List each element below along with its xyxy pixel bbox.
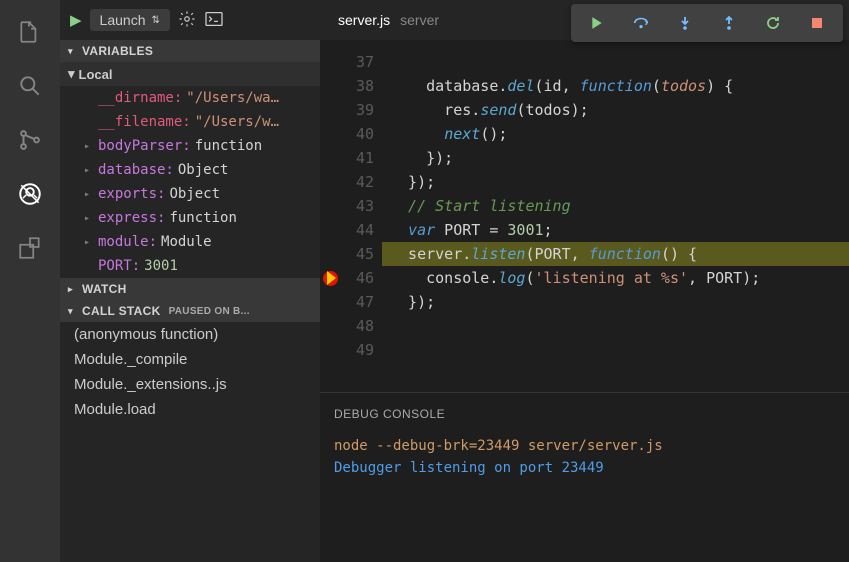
search-icon[interactable] [16,72,44,100]
variable-row[interactable]: PORT: 3001 [60,254,320,278]
variable-value: Object [178,162,229,178]
expand-icon[interactable]: ▸ [84,189,94,200]
callstack-frame[interactable]: Module._extensions..js [60,372,320,397]
expand-icon[interactable]: ▸ [84,165,94,176]
debug-icon[interactable] [16,180,44,208]
variable-value: "/Users/wa… [186,90,279,106]
explorer-icon[interactable] [16,18,44,46]
launch-config-select[interactable]: Launch⇅ [90,9,170,31]
variable-name: PORT: [98,258,140,274]
chevron-down-icon: ▾ [68,66,75,82]
step-into-button[interactable] [663,8,707,38]
debug-console-panel[interactable]: DEBUG CONSOLE node --debug-brk=23449 ser… [320,392,849,562]
callstack-frame[interactable]: Module.load [60,397,320,422]
debug-toolbar-head: ▶ Launch⇅ [60,0,320,40]
variable-value: 3001 [144,258,178,274]
variable-row[interactable]: ▸ express: function [60,206,320,230]
chevron-right-icon: ▸ [68,284,78,295]
variable-value: "/Users/w… [195,114,279,130]
continue-button[interactable] [575,8,619,38]
settings-icon[interactable] [178,10,196,31]
variable-name: exports: [98,186,165,202]
variable-value: Object [169,186,220,202]
variable-row[interactable]: ▸ exports: Object [60,182,320,206]
expand-icon[interactable]: ▸ [84,237,94,248]
stop-button[interactable] [795,8,839,38]
variable-row[interactable]: ▸ module: Module [60,230,320,254]
step-out-button[interactable] [707,8,751,38]
debug-console-icon[interactable] [204,11,224,30]
breakpoint-gutter[interactable] [320,50,342,392]
active-folder: server [400,12,439,28]
expand-icon[interactable]: ▸ [84,213,94,224]
chevron-down-icon: ▾ [68,306,78,317]
local-scope[interactable]: ▾Local [60,62,320,86]
variable-name: __dirname: [98,90,182,106]
callstack-frame[interactable]: Module._compile [60,347,320,372]
activity-bar [0,0,60,562]
variable-row[interactable]: ▸ bodyParser: function [60,134,320,158]
variable-name: __filename: [98,114,191,130]
console-line: Debugger listening on port 23449 [334,457,835,479]
step-over-button[interactable] [619,8,663,38]
chevron-down-icon: ▾ [68,46,78,57]
debug-action-toolbar [571,4,843,42]
start-debug-icon[interactable]: ▶ [70,11,82,29]
variable-value: function [195,138,262,154]
editor-area: server.js server 37383940414243444546474… [320,0,849,562]
execution-pointer-icon [327,271,336,285]
variable-name: database: [98,162,174,178]
active-filename[interactable]: server.js [338,12,390,28]
variable-row[interactable]: __dirname: "/Users/wa… [60,86,320,110]
variable-row[interactable]: __filename: "/Users/w… [60,110,320,134]
line-number-gutter: 37383940414243444546474849 [342,50,382,392]
variable-name: bodyParser: [98,138,191,154]
variable-name: express: [98,210,165,226]
extensions-icon[interactable] [16,234,44,262]
debug-console-title: DEBUG CONSOLE [334,403,835,425]
variable-value: Module [161,234,212,250]
debug-sidebar: ▶ Launch⇅ ▾VARIABLES ▾Local __dirname: "… [60,0,320,562]
expand-icon[interactable]: ▸ [84,141,94,152]
watch-section[interactable]: ▸WATCH [60,278,320,300]
variables-section[interactable]: ▾VARIABLES [60,40,320,62]
restart-button[interactable] [751,8,795,38]
callstack-section[interactable]: ▾CALL STACKPAUSED ON B... [60,300,320,322]
code-editor[interactable]: 37383940414243444546474849 database.del(… [320,40,849,392]
code-body[interactable]: database.del(id, function(todos) { res.s… [382,50,849,392]
variable-name: module: [98,234,157,250]
paused-badge: PAUSED ON B... [169,306,250,317]
console-line: node --debug-brk=23449 server/server.js [334,435,835,457]
git-icon[interactable] [16,126,44,154]
callstack-frame[interactable]: (anonymous function) [60,322,320,347]
variable-row[interactable]: ▸ database: Object [60,158,320,182]
variable-value: function [169,210,236,226]
